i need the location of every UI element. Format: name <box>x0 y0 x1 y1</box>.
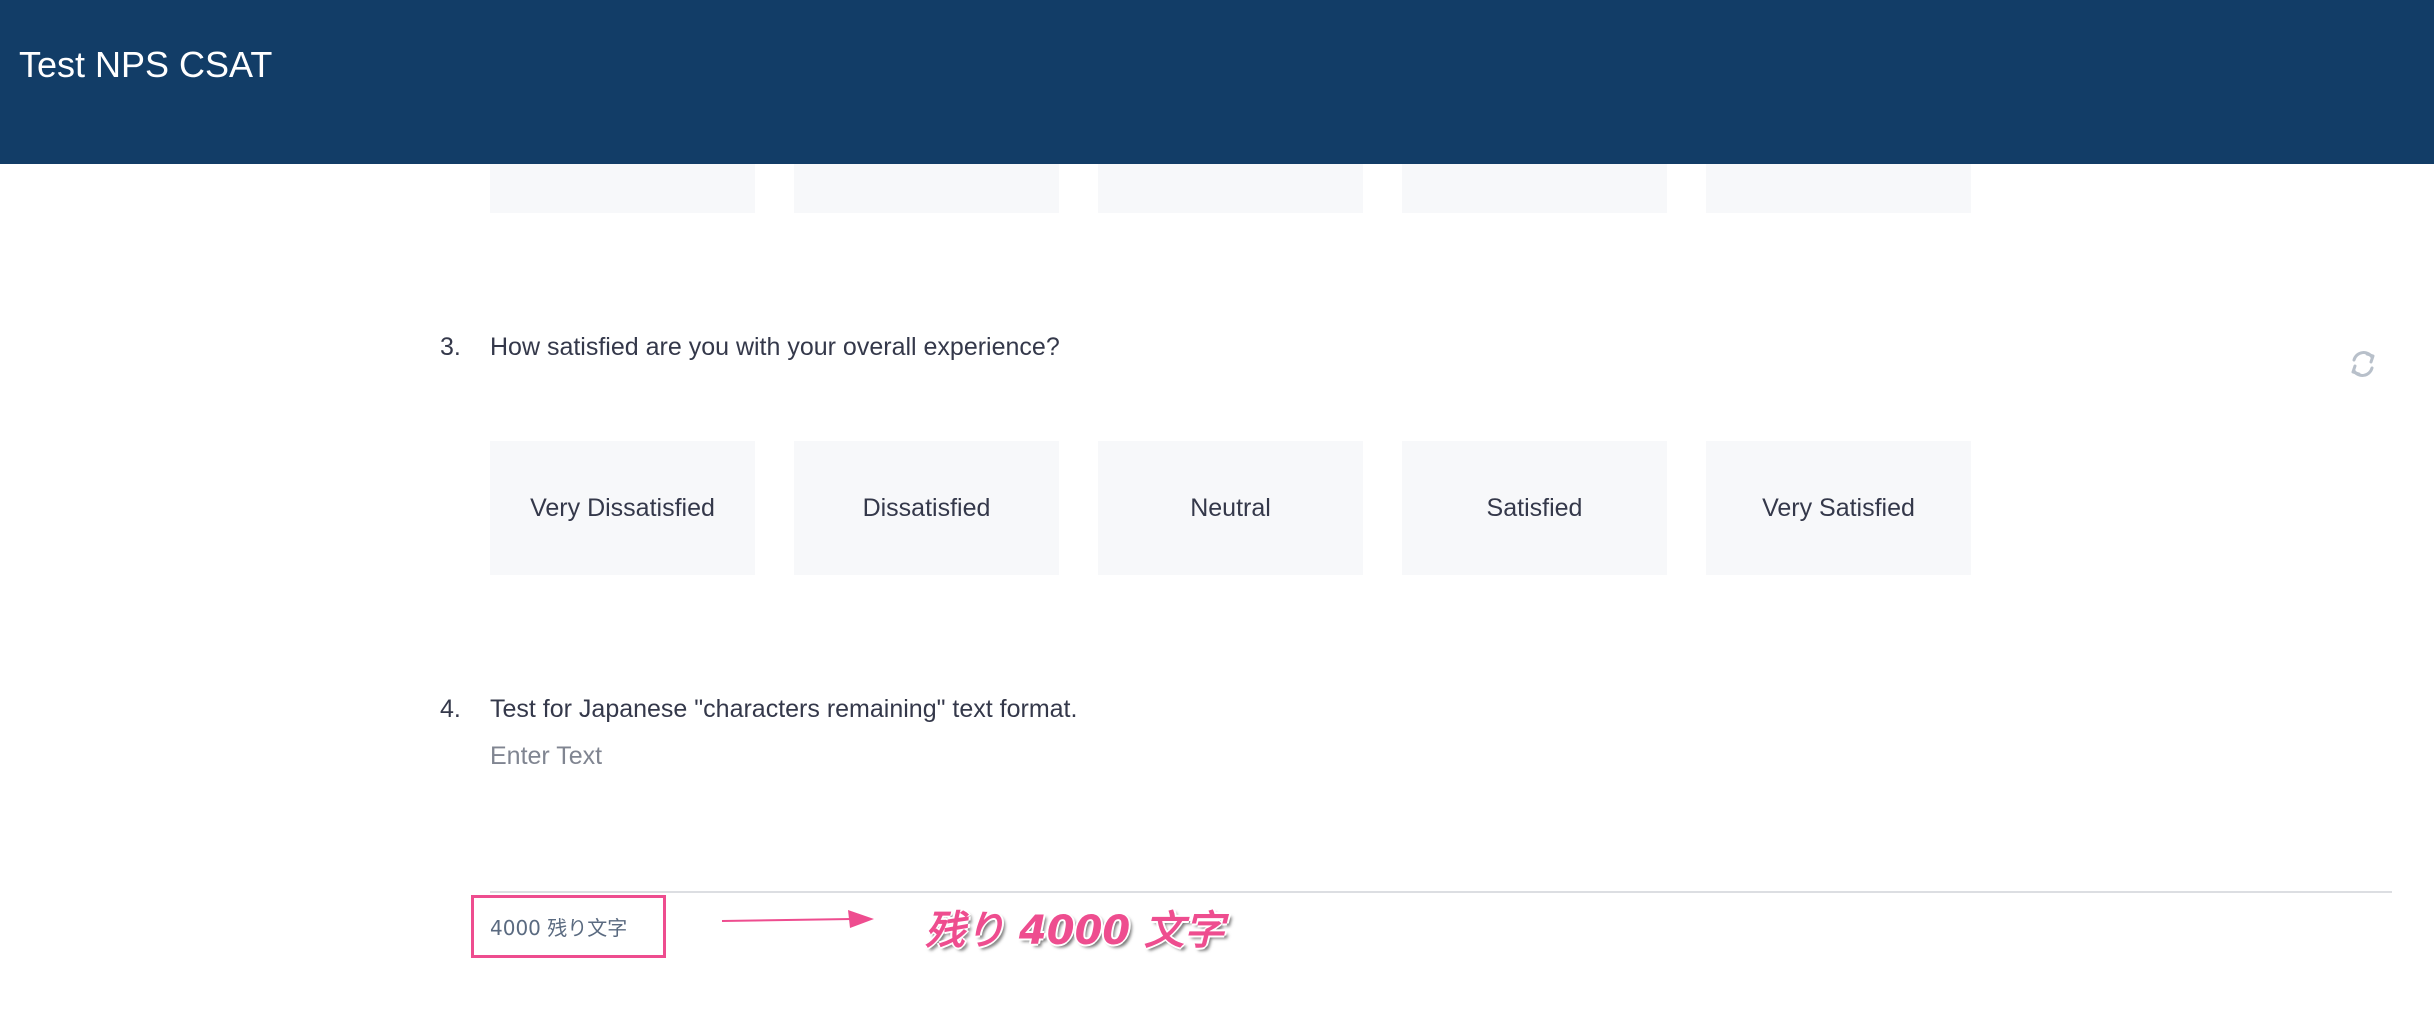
option-neutral[interactable]: Neutral <box>1098 441 1363 575</box>
option-satisfied[interactable]: Satisfied <box>1402 441 1667 575</box>
text-answer-field[interactable] <box>490 740 2392 893</box>
question-3-text: How satisfied are you with your overall … <box>490 333 1060 361</box>
option-very-satisfied[interactable]: Very Satisfied <box>1706 441 1971 575</box>
question-4-text: Test for Japanese "characters remaining"… <box>490 695 1078 723</box>
question-4-number: 4. <box>440 695 461 723</box>
page-title: Test NPS CSAT <box>19 44 273 85</box>
refresh-icon[interactable] <box>2348 345 2378 383</box>
header-bar: Test NPS CSAT <box>0 0 2434 164</box>
arrow-right-icon <box>721 910 874 928</box>
question-3-number: 3. <box>440 333 461 361</box>
characters-remaining-counter: 4000 残り文字 <box>490 916 628 940</box>
option-dissatisfied[interactable]: Dissatisfied <box>794 441 1059 575</box>
annotation-label: 残り 4000 文字 <box>925 908 1225 954</box>
option-very-dissatisfied[interactable]: Very Dissatisfied <box>490 441 755 575</box>
